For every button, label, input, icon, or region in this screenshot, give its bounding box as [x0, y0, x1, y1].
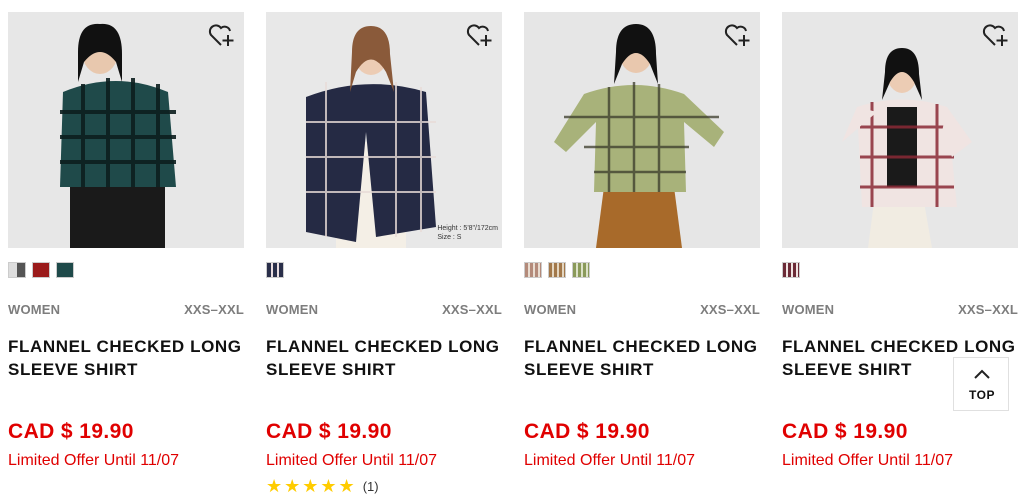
model-height: Height : 5'8"/172cm: [437, 225, 498, 232]
limited-offer-text: Limited Offer Until 11/07: [8, 452, 180, 469]
product-title-line: FLANNEL CHECKED LONG: [524, 337, 758, 356]
product-meta: WOMEN XXS–XXL: [8, 302, 244, 317]
add-to-wishlist-button[interactable]: [724, 22, 752, 48]
product-price: CAD $ 19.90: [782, 420, 908, 443]
add-to-wishlist-button[interactable]: [466, 22, 494, 48]
size-range: XXS–XXL: [184, 302, 244, 317]
product-title[interactable]: FLANNEL CHECKED LONG SLEEVE SHIRT: [266, 335, 502, 381]
product-image[interactable]: [782, 12, 1018, 248]
heart-plus-icon: [466, 24, 492, 46]
product-card[interactable]: WOMEN XXS–XXL FLANNEL CHECKED LONG SLEEV…: [782, 0, 1022, 501]
add-to-wishlist-button[interactable]: [208, 22, 236, 48]
size-range: XXS–XXL: [700, 302, 760, 317]
back-to-top-button[interactable]: TOP: [953, 357, 1009, 411]
color-swatches: [8, 262, 74, 278]
rating-count: (1): [362, 479, 379, 494]
product-grid: WOMEN XXS–XXL FLANNEL CHECKED LONG SLEEV…: [0, 0, 1024, 501]
product-title-line: SLEEVE SHIRT: [266, 360, 397, 379]
product-image[interactable]: [524, 12, 760, 248]
limited-offer-text: Limited Offer Until 11/07: [524, 452, 696, 469]
chevron-up-icon: [974, 369, 990, 379]
product-title-line: SLEEVE SHIRT: [8, 360, 139, 379]
color-swatch[interactable]: [8, 262, 26, 278]
color-swatch[interactable]: [266, 262, 284, 278]
color-swatch[interactable]: [524, 262, 542, 278]
size-range: XXS–XXL: [958, 302, 1018, 317]
model-size: Size : S: [437, 234, 462, 241]
product-title-line: FLANNEL CHECKED LONG: [782, 337, 1016, 356]
color-swatch[interactable]: [572, 262, 590, 278]
product-title[interactable]: FLANNEL CHECKED LONG SLEEVE SHIRT: [524, 335, 760, 381]
color-swatches: [782, 262, 800, 278]
gender-label: WOMEN: [266, 302, 319, 317]
product-card[interactable]: WOMEN XXS–XXL FLANNEL CHECKED LONG SLEEV…: [8, 0, 248, 501]
color-swatches: [266, 262, 284, 278]
product-price: CAD $ 19.90: [524, 420, 650, 443]
size-range: XXS–XXL: [442, 302, 502, 317]
heart-plus-icon: [724, 24, 750, 46]
back-to-top-label: TOP: [969, 388, 995, 402]
add-to-wishlist-button[interactable]: [982, 22, 1010, 48]
color-swatch[interactable]: [32, 262, 50, 278]
gender-label: WOMEN: [782, 302, 835, 317]
product-title-line: FLANNEL CHECKED LONG: [266, 337, 500, 356]
product-card[interactable]: Height : 5'8"/172cm Size : S WOMEN XXS–X…: [266, 0, 506, 501]
heart-plus-icon: [982, 24, 1008, 46]
limited-offer-text: Limited Offer Until 11/07: [266, 452, 438, 469]
product-meta: WOMEN XXS–XXL: [266, 302, 502, 317]
heart-plus-icon: [208, 24, 234, 46]
product-meta: WOMEN XXS–XXL: [782, 302, 1018, 317]
color-swatch[interactable]: [548, 262, 566, 278]
product-image[interactable]: Height : 5'8"/172cm Size : S: [266, 12, 502, 248]
product-price: CAD $ 19.90: [8, 420, 134, 443]
product-image[interactable]: [8, 12, 244, 248]
model-height-note: Height : 5'8"/172cm Size : S: [437, 224, 498, 242]
product-card[interactable]: WOMEN XXS–XXL FLANNEL CHECKED LONG SLEEV…: [524, 0, 764, 501]
product-title-line: SLEEVE SHIRT: [524, 360, 655, 379]
product-meta: WOMEN XXS–XXL: [524, 302, 760, 317]
product-title[interactable]: FLANNEL CHECKED LONG SLEEVE SHIRT: [8, 335, 244, 381]
limited-offer-text: Limited Offer Until 11/07: [782, 452, 954, 469]
color-swatches: [524, 262, 590, 278]
gender-label: WOMEN: [524, 302, 577, 317]
color-swatch[interactable]: [782, 262, 800, 278]
product-rating[interactable]: ★★★★★ (1): [266, 476, 379, 497]
product-price: CAD $ 19.90: [266, 420, 392, 443]
product-title-line: FLANNEL CHECKED LONG: [8, 337, 242, 356]
color-swatch[interactable]: [56, 262, 74, 278]
gender-label: WOMEN: [8, 302, 61, 317]
rating-stars-icon: ★★★★★: [266, 476, 357, 496]
